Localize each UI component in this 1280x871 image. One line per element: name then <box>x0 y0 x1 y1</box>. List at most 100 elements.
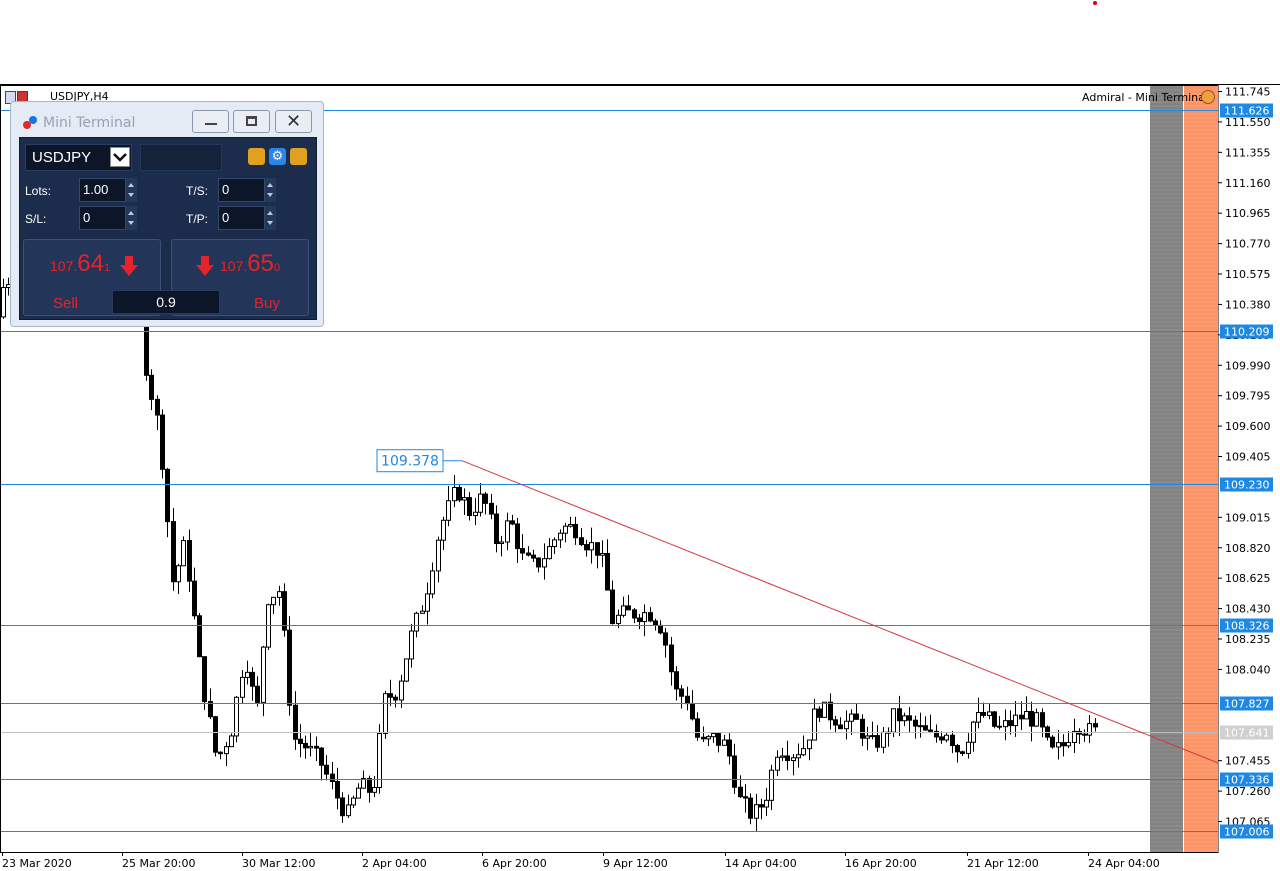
candle-bear[interactable] <box>817 708 822 718</box>
candle-bull[interactable] <box>473 511 478 517</box>
lots-stepper[interactable] <box>126 178 137 202</box>
candle-bull[interactable] <box>812 708 817 741</box>
candle-bull[interactable] <box>271 596 276 606</box>
candle-bear[interactable] <box>149 374 154 400</box>
candle-bull[interactable] <box>176 565 181 583</box>
mini-terminal-titlebar[interactable]: Mini Terminal ✕ <box>11 102 323 136</box>
candle-bear[interactable] <box>250 671 255 687</box>
candle-bull[interactable] <box>558 532 563 541</box>
candle-bull[interactable] <box>769 769 774 801</box>
candle-bear[interactable] <box>632 609 637 619</box>
candle-bear[interactable] <box>1093 723 1098 728</box>
candle-bull[interactable] <box>499 541 504 544</box>
ts-stepper[interactable] <box>265 178 276 202</box>
candle-bear[interactable] <box>997 725 1002 728</box>
candle-bull[interactable] <box>547 546 552 560</box>
candle-bear[interactable] <box>907 715 912 721</box>
candle-bear[interactable] <box>595 542 600 556</box>
candle-bull[interactable] <box>775 756 780 771</box>
candle-bull[interactable] <box>849 713 854 722</box>
candle-bear[interactable] <box>669 644 674 673</box>
candle-bull[interactable] <box>240 676 245 698</box>
maximize-button[interactable] <box>233 110 270 133</box>
candle-bear[interactable] <box>579 537 584 546</box>
candle-bull[interactable] <box>642 612 647 623</box>
candle-bull[interactable] <box>542 558 547 568</box>
candle-bull[interactable] <box>764 799 769 808</box>
candle-bear[interactable] <box>950 734 955 746</box>
candle-bear[interactable] <box>738 786 743 798</box>
candle-bear[interactable] <box>467 497 472 517</box>
close-button[interactable]: ✕ <box>275 110 312 133</box>
candle-bear[interactable] <box>875 735 880 748</box>
candle-bear[interactable] <box>324 764 329 775</box>
candle-bear[interactable] <box>716 733 721 746</box>
candle-bull[interactable] <box>181 540 186 567</box>
candle-bear[interactable] <box>298 738 303 744</box>
candle-bull[interactable] <box>1013 714 1018 727</box>
candle-bear[interactable] <box>335 781 340 799</box>
candle-bear[interactable] <box>1061 742 1066 747</box>
candle-bear[interactable] <box>695 718 700 738</box>
candle-bull[interactable] <box>245 671 250 678</box>
expand-icon[interactable] <box>290 148 307 165</box>
candle-bull[interactable] <box>616 614 621 625</box>
candle-bear[interactable] <box>748 797 753 819</box>
candle-bear[interactable] <box>759 804 764 808</box>
candle-bull[interactable] <box>462 497 467 501</box>
candle-bull[interactable] <box>425 593 430 612</box>
candle-bull[interactable] <box>436 539 441 572</box>
candle-bear[interactable] <box>992 711 997 727</box>
candle-bull[interactable] <box>409 630 414 660</box>
candle-bull[interactable] <box>807 739 812 750</box>
candle-bear[interactable] <box>663 632 668 646</box>
candle-bull[interactable] <box>1 287 6 318</box>
candle-bear[interactable] <box>340 797 345 817</box>
candle-bear[interactable] <box>314 745 319 749</box>
candle-bull[interactable] <box>881 731 886 748</box>
candle-bear[interactable] <box>483 493 488 504</box>
candle-bear[interactable] <box>1050 736 1055 748</box>
candle-bear[interactable] <box>860 718 865 739</box>
candle-bear[interactable] <box>282 591 287 631</box>
candle-bear[interactable] <box>854 713 859 720</box>
candle-bull[interactable] <box>870 735 875 738</box>
candle-bear[interactable] <box>1019 714 1024 720</box>
candle-bull[interactable] <box>1087 723 1092 736</box>
candle-bull[interactable] <box>822 701 827 718</box>
sl-stepper[interactable] <box>126 206 137 230</box>
candle-bull[interactable] <box>801 748 806 756</box>
candle-bear[interactable] <box>939 736 944 741</box>
candle-bear[interactable] <box>685 695 690 705</box>
candle-bull[interactable] <box>754 804 759 819</box>
candle-bull[interactable] <box>902 715 907 722</box>
candle-bear[interactable] <box>494 513 499 544</box>
candle-bear[interactable] <box>573 523 578 539</box>
candle-bull[interactable] <box>780 755 785 758</box>
candle-bear[interactable] <box>165 468 170 523</box>
candle-bull[interactable] <box>600 552 605 556</box>
candle-bear[interactable] <box>897 708 902 722</box>
candle-bear[interactable] <box>319 747 324 766</box>
candle-bear[interactable] <box>1082 733 1087 736</box>
candle-bear[interactable] <box>928 729 933 732</box>
candle-bull[interactable] <box>918 725 923 728</box>
ts-input[interactable]: 0 <box>218 178 265 202</box>
candle-bull[interactable] <box>430 570 435 595</box>
tp-input[interactable]: 0 <box>218 206 265 230</box>
candle-bull[interactable] <box>1056 742 1061 748</box>
candle-bear[interactable] <box>674 671 679 690</box>
candle-bull[interactable] <box>452 486 457 502</box>
candle-bear[interactable] <box>187 540 192 582</box>
candle-bear[interactable] <box>653 620 658 626</box>
candle-bear[interactable] <box>732 755 737 788</box>
candle-bear[interactable] <box>743 796 748 799</box>
candle-bear[interactable] <box>727 739 732 757</box>
candle-bull[interactable] <box>1003 720 1008 728</box>
candle-bull[interactable] <box>791 757 796 762</box>
tp-stepper[interactable] <box>265 206 276 230</box>
candle-bear[interactable] <box>981 712 986 716</box>
candle-bear[interactable] <box>526 552 531 556</box>
candle-bear[interactable] <box>388 693 393 698</box>
candle-bear[interactable] <box>923 725 928 731</box>
